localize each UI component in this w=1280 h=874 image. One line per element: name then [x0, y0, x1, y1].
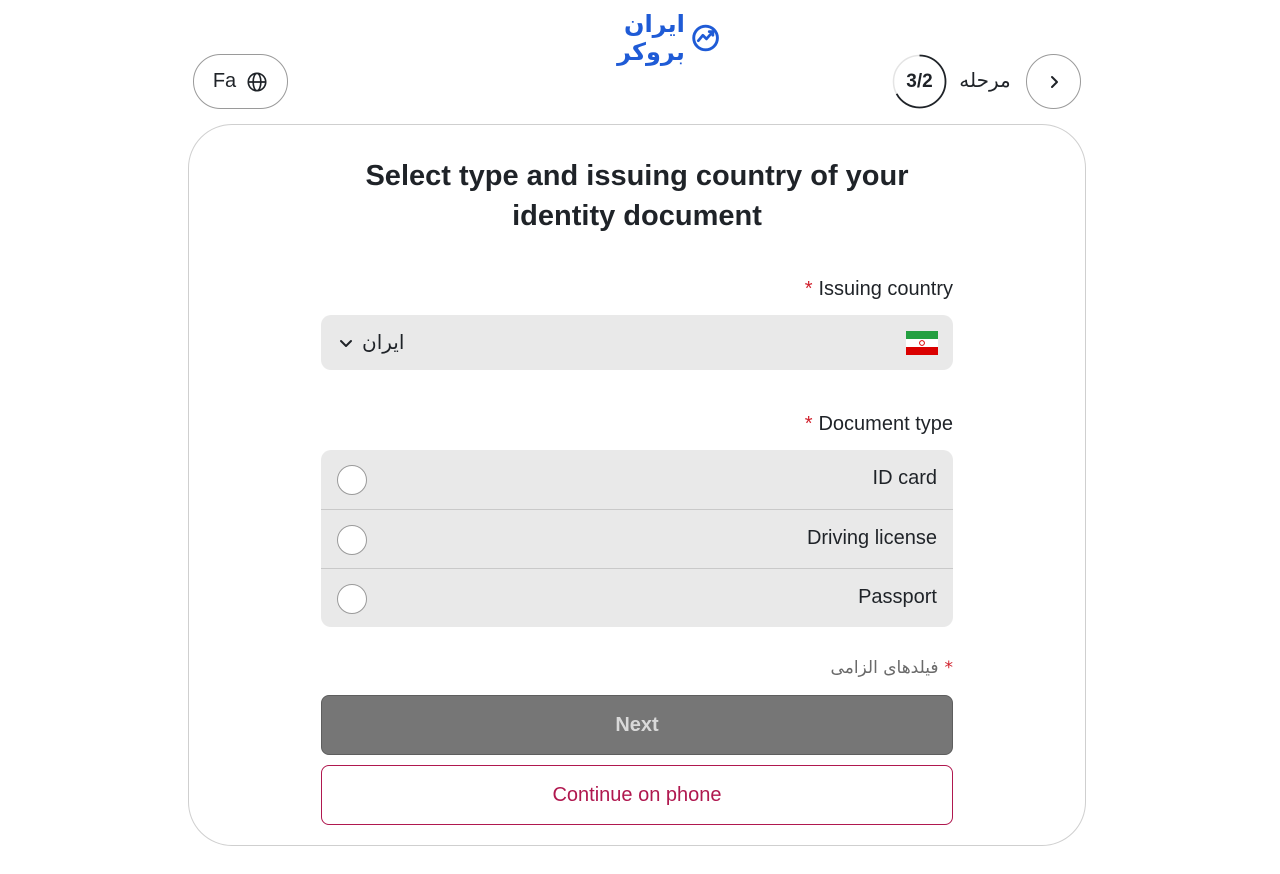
required-fields-note: *فیلدهای الزامی	[700, 658, 953, 678]
back-button[interactable]	[1026, 54, 1081, 109]
issuing-country-label: * Issuing country	[600, 278, 953, 301]
document-type-label-text: Document type	[818, 413, 953, 435]
radio-button[interactable]	[337, 584, 367, 614]
logo-mark-icon	[692, 24, 719, 52]
option-label: Passport	[858, 586, 937, 608]
brand-logo: ایران بروکر	[560, 10, 720, 66]
logo-text: ایران بروکر	[617, 10, 685, 66]
document-option-driving-license[interactable]: Driving license	[321, 509, 953, 568]
page-title: Select type and issuing country of your …	[365, 160, 909, 232]
option-label: Driving license	[806, 527, 937, 549]
option-label: ID card	[872, 467, 937, 489]
language-label: Fa	[212, 70, 237, 92]
step-progress-indicator: 3/2	[892, 54, 947, 109]
document-type-label: * Document type	[600, 413, 953, 436]
document-type-radio-group: ID card Driving license Passport	[321, 450, 953, 627]
globe-icon	[247, 71, 267, 92]
next-button[interactable]: Next	[321, 695, 953, 755]
required-mark: *	[804, 413, 813, 435]
document-option-passport[interactable]: Passport	[321, 568, 953, 627]
radio-button[interactable]	[337, 465, 367, 495]
document-option-id-card[interactable]: ID card	[321, 450, 953, 509]
required-mark: *	[944, 658, 954, 678]
issuing-country-value: ایران	[362, 330, 405, 354]
step-count: 3/2	[906, 70, 933, 92]
continue-on-phone-button[interactable]: Continue on phone	[321, 765, 953, 825]
chevron-right-icon	[1050, 75, 1058, 88]
step-label: مرحله	[959, 68, 1011, 92]
iran-flag-icon	[906, 331, 938, 355]
radio-button[interactable]	[337, 525, 367, 555]
chevron-down-icon[interactable]	[337, 334, 355, 352]
required-mark: *	[804, 278, 813, 300]
language-button[interactable]: Fa	[193, 54, 288, 109]
issuing-country-label-text: Issuing country	[818, 278, 953, 300]
required-note-text: فیلدهای الزامی	[830, 658, 939, 678]
